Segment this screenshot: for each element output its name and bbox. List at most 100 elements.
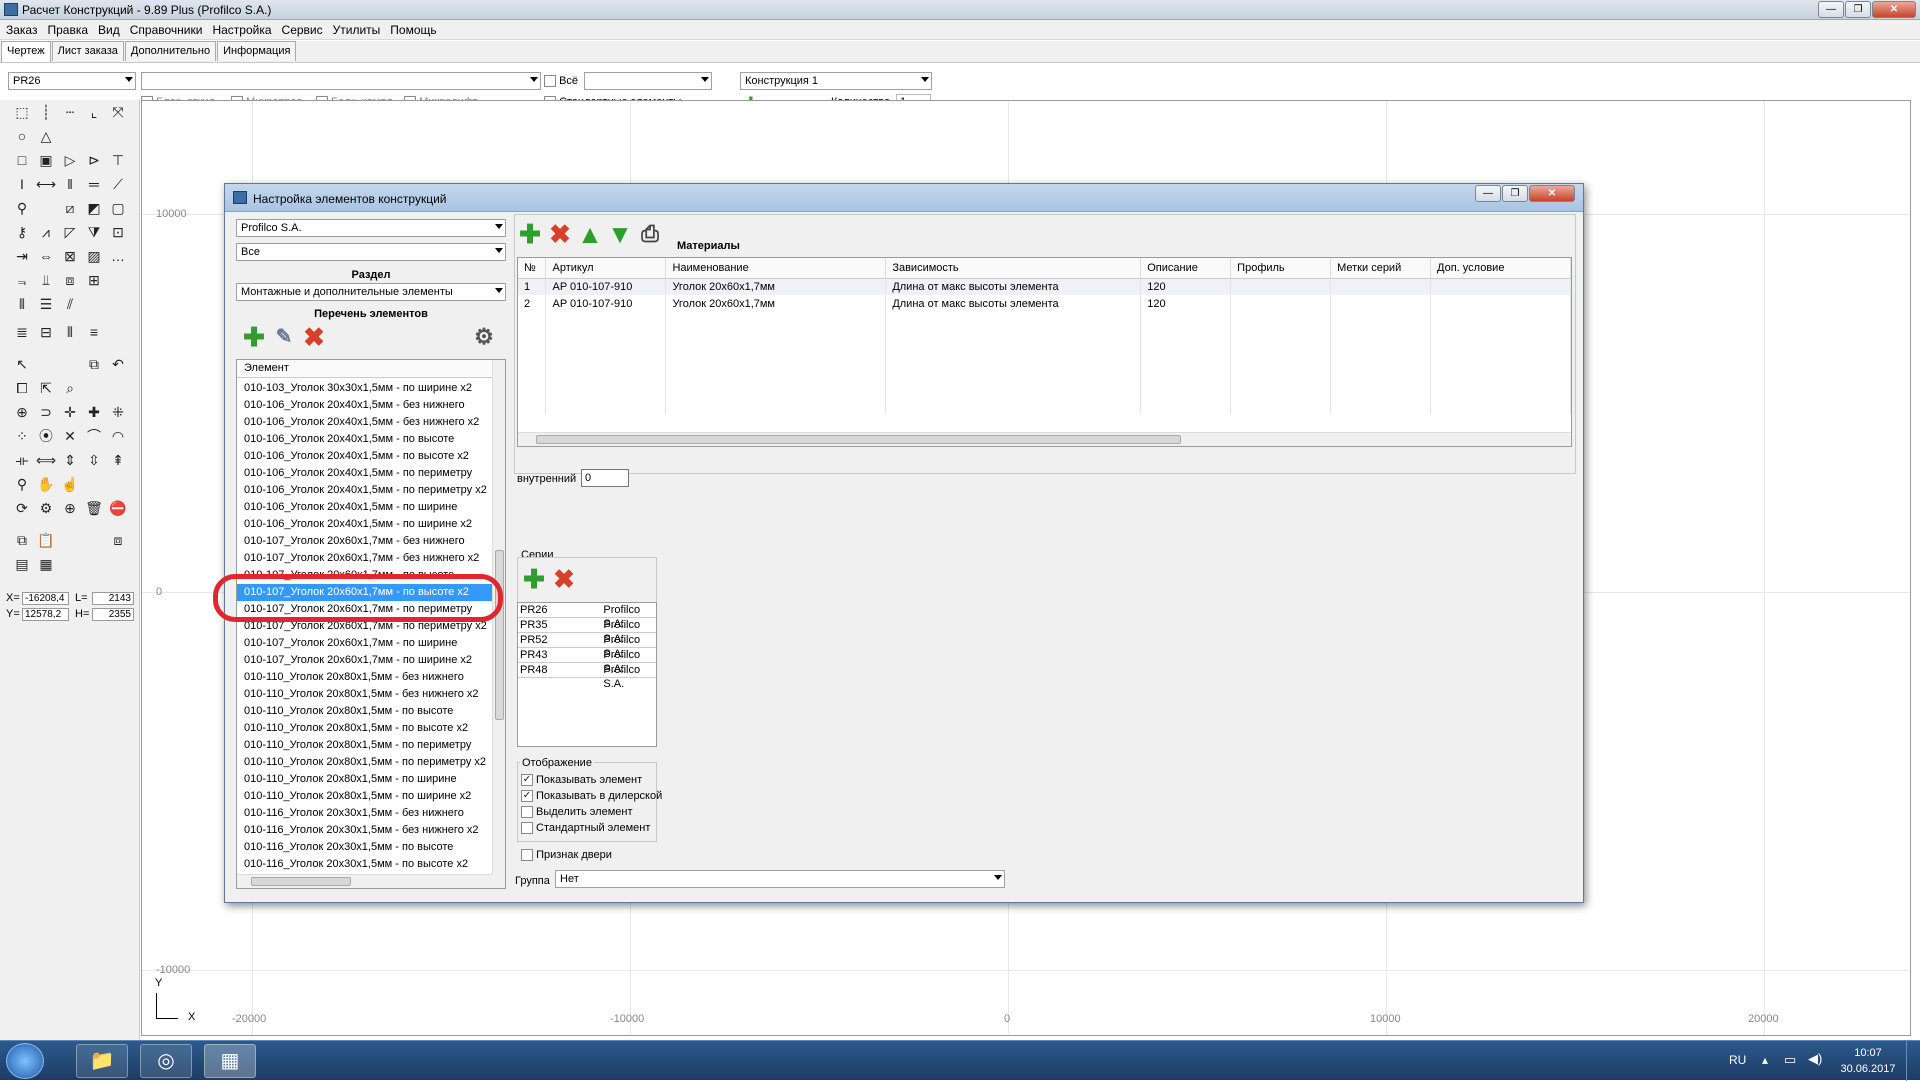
close-button[interactable]: ✕	[1872, 1, 1916, 18]
materials-hscrollbar[interactable]	[518, 432, 1571, 446]
filter-combo[interactable]: Все	[236, 243, 506, 261]
offset-icon[interactable]: ⊃	[36, 402, 56, 422]
rail-icon[interactable]: ⫬	[12, 270, 32, 290]
fit-icon[interactable]: ⊕	[60, 498, 80, 518]
settings-gear-icon[interactable]: ⚙	[36, 498, 56, 518]
square-icon[interactable]: □	[12, 150, 32, 170]
materials-col-header[interactable]: №	[518, 258, 547, 279]
zoom-window-icon[interactable]: ⧉	[84, 354, 104, 374]
menu-view[interactable]: Вид	[92, 20, 124, 37]
element-list-item[interactable]: 010-106_Уголок 20х40х1,5мм - по высоте х…	[237, 448, 505, 465]
diag-hatch-icon[interactable]: ⫽	[60, 294, 80, 314]
hand-point-icon[interactable]: ☝	[60, 474, 80, 494]
more-icon[interactable]: …	[108, 246, 128, 266]
dim-stack-icon[interactable]: ⇳	[84, 450, 104, 470]
element-list-item[interactable]: 010-110_Уголок 20х80х1,5мм - без нижнего	[237, 669, 505, 686]
menu-utilities[interactable]: Утилиты	[327, 20, 385, 37]
add-material-icon[interactable]: ✚	[517, 221, 543, 248]
display-option[interactable]: Стандартный элемент	[521, 822, 662, 838]
element-list-item[interactable]: 010-107_Уголок 20х60х1,7мм - без нижнего…	[237, 550, 505, 567]
triangle-icon[interactable]: △	[36, 126, 56, 146]
tab-info[interactable]: Информация	[217, 41, 297, 61]
double-v-icon[interactable]: ‖	[60, 174, 80, 194]
fix-icon[interactable]: ⊡	[108, 222, 128, 242]
volume-icon[interactable]: ◀)	[1808, 1051, 1822, 1067]
element-list-item[interactable]: 010-110_Уголок 20х80х1,5мм - по периметр…	[237, 754, 505, 771]
materials-col-header[interactable]: Доп. условие	[1430, 258, 1571, 279]
element-list-item[interactable]: 010-106_Уголок 20х40х1,5мм - без нижнего	[237, 397, 505, 414]
element-list-item[interactable]: 010-116_Уголок 20х30х1,5мм - без нижнего…	[237, 822, 505, 839]
paste-icon[interactable]: 📋	[36, 530, 56, 550]
elements-vscroll-thumb[interactable]	[495, 550, 504, 720]
menu-help[interactable]: Помощь	[384, 20, 440, 37]
element-list-item[interactable]: 010-106_Уголок 20х40х1,5мм - по высоте	[237, 431, 505, 448]
minimize-button[interactable]: —	[1818, 1, 1844, 18]
hatch-icon[interactable]: ▨	[84, 246, 104, 266]
arc-radius-icon[interactable]: ◠	[108, 426, 128, 446]
construction-combo[interactable]: Конструкция 1	[740, 72, 932, 90]
move-up-icon[interactable]: ▲	[577, 221, 603, 248]
element-list-item[interactable]: 010-107_Уголок 20х60х1,7мм - без нижнего	[237, 533, 505, 550]
element-settings-gear-icon[interactable]: ⚙	[471, 325, 497, 351]
handle-icon[interactable]: ⚲	[12, 198, 32, 218]
sill-icon[interactable]: ⫫	[36, 270, 56, 290]
display-option-checkbox[interactable]	[521, 774, 533, 787]
element-combo[interactable]	[141, 72, 541, 90]
element-list-item[interactable]: 010-107_Уголок 20х60х1,7мм - по ширине х…	[237, 652, 505, 669]
arch-icon[interactable]: ⩘	[36, 222, 56, 242]
glass-icon[interactable]: ⧄	[60, 198, 80, 218]
element-list-item[interactable]: 010-110_Уголок 20х80х1,5мм - по высоте	[237, 703, 505, 720]
menu-edit[interactable]: Правка	[41, 20, 92, 37]
element-list-item[interactable]: 010-110_Уголок 20х80х1,5мм - по периметр…	[237, 737, 505, 754]
menu-settings[interactable]: Настройка	[206, 20, 275, 37]
maximize-button[interactable]: ❐	[1845, 1, 1871, 18]
dialog-maximize-button[interactable]: ❐	[1502, 185, 1528, 202]
vline-dashed-icon[interactable]: ┊	[36, 102, 56, 122]
pointer-icon[interactable]: ↖	[12, 354, 32, 374]
clock-date[interactable]: 30.06.2017	[1836, 1063, 1900, 1075]
display-option-checkbox[interactable]	[521, 822, 533, 835]
materials-col-header[interactable]: Метки серий	[1330, 258, 1432, 279]
zoom-icon[interactable]: ⚲	[12, 474, 32, 494]
edit-box-icon[interactable]: ⧠	[12, 378, 32, 398]
impost-h-icon[interactable]: ⟷	[36, 174, 56, 194]
chrome-icon[interactable]: ◎	[140, 1044, 192, 1078]
plus-icon[interactable]: ✚	[84, 402, 104, 422]
circle-icon[interactable]: ○	[12, 126, 32, 146]
element-list-item[interactable]: 010-106_Уголок 20х40х1,5мм - без нижнего…	[237, 414, 505, 431]
glass-slant-icon[interactable]: ◩	[84, 198, 104, 218]
trash-icon[interactable]: 🗑	[84, 498, 104, 518]
menu-service[interactable]: Сервис	[276, 20, 327, 37]
slant-icon[interactable]: ⟋	[108, 174, 128, 194]
edit-element-icon[interactable]: ✎	[271, 325, 297, 351]
tab-order-sheet[interactable]: Лист заказа	[51, 41, 124, 61]
select-rect-icon[interactable]: ⬚	[12, 102, 32, 122]
pan-hand-icon[interactable]: ✋	[36, 474, 56, 494]
tab-additional[interactable]: Дополнительно	[124, 41, 217, 61]
dashed-cross-icon[interactable]: ⁜	[108, 402, 128, 422]
rows-icon[interactable]: ≡	[84, 322, 104, 342]
tilt-turn-icon[interactable]: ⧩	[84, 222, 104, 242]
move-down-icon[interactable]: ▼	[607, 221, 633, 248]
split-icon[interactable]: ⊞	[84, 270, 104, 290]
element-list-item[interactable]: 010-106_Уголок 20х40х1,5мм - по периметр…	[237, 465, 505, 482]
blinds-h-icon[interactable]: ☰	[36, 294, 56, 314]
materials-hscroll-thumb[interactable]	[536, 435, 1181, 444]
series-row[interactable]: PR52 Profilco S.A.	[518, 633, 656, 660]
report-icon[interactable]: ▤	[12, 554, 32, 574]
copy-icon[interactable]: ⧉	[12, 530, 32, 550]
zoom-edit-icon[interactable]: ⌕	[60, 378, 80, 398]
stack-icon[interactable]: ≣	[12, 322, 32, 342]
points-icon[interactable]: ⁘	[12, 426, 32, 446]
delete-element-icon[interactable]: ✖	[301, 324, 327, 351]
elements-hscrollbar[interactable]	[237, 874, 493, 888]
vendor-combo[interactable]: Profilco S.A.	[236, 219, 506, 237]
t-profile-icon[interactable]: ⊤	[108, 150, 128, 170]
app-taskbar-icon[interactable]: ▦	[204, 1044, 256, 1078]
print-icon[interactable]: ⎙	[637, 222, 663, 248]
door-checkbox[interactable]: Признак двери	[521, 849, 612, 862]
report-list-icon[interactable]: ▦	[36, 554, 56, 574]
materials-col-header[interactable]: Описание	[1140, 258, 1232, 279]
materials-col-header[interactable]: Профиль	[1230, 258, 1332, 279]
slide-icon[interactable]: ⇔	[36, 246, 56, 266]
